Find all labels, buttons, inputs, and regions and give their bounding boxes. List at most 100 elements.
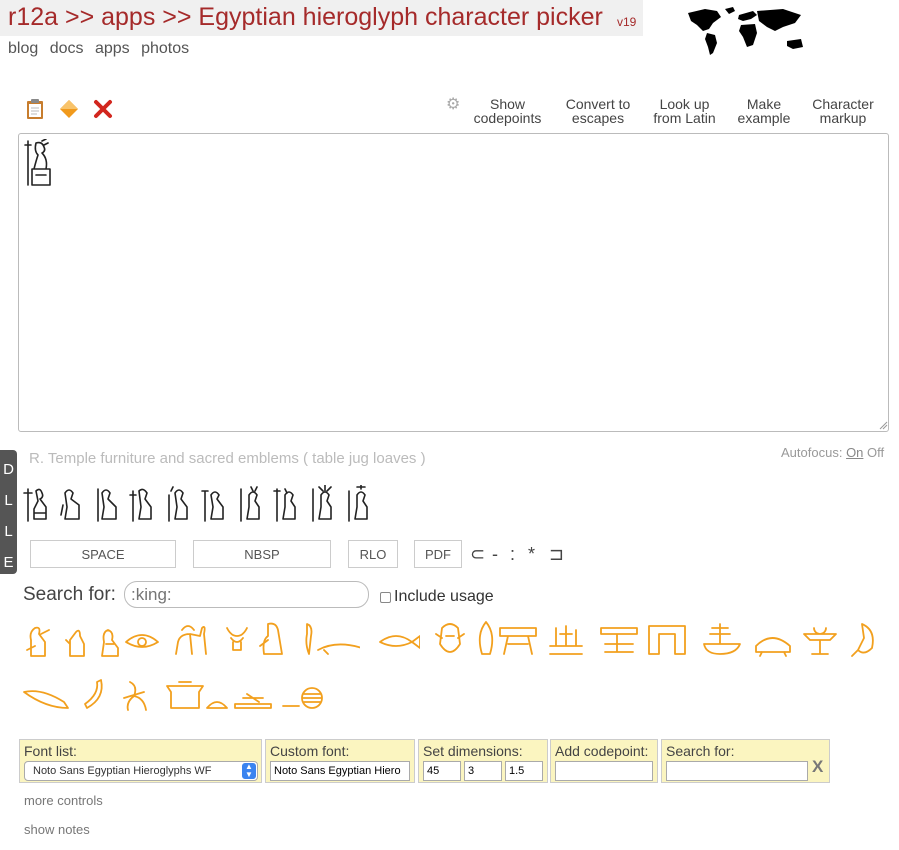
sequence-glyph[interactable]	[343, 485, 371, 523]
pdf-button[interactable]: PDF	[414, 540, 462, 568]
page-title: r12a >> apps >> Egyptian hieroglyph char…	[8, 3, 603, 31]
dimension-width-input[interactable]: 3	[464, 761, 502, 781]
space-button[interactable]: SPACE	[30, 540, 176, 568]
clear-search-button[interactable]: X	[812, 757, 823, 777]
search-label: Search for:	[23, 584, 116, 605]
sequence-glyph[interactable]	[22, 485, 50, 523]
delete-icon[interactable]	[92, 98, 114, 120]
custom-font-input[interactable]: Noto Sans Egyptian Hiero	[270, 761, 410, 781]
more-controls-link[interactable]: more controls	[24, 793, 103, 808]
sequence-glyph[interactable]	[92, 485, 120, 523]
nav-link-blog[interactable]: blog	[8, 40, 38, 57]
clipboard-icon[interactable]	[24, 98, 46, 120]
hieroglyph-result-glyph[interactable]	[645, 620, 689, 664]
make-example-button[interactable]: Make example	[734, 97, 794, 125]
hieroglyph-result-glyph[interactable]	[163, 678, 211, 718]
hieroglyph-result-glyph[interactable]	[120, 678, 168, 718]
begin-cartouche-symbol[interactable]: ⊂	[470, 544, 485, 565]
menu-label-line1: Character	[812, 96, 874, 112]
autofocus-label: Autofocus:	[781, 445, 843, 460]
hieroglyph-result-glyph[interactable]	[124, 620, 168, 664]
vertical-joiner-symbol[interactable]: :	[510, 544, 515, 565]
autofocus-off-link[interactable]: Off	[867, 445, 884, 460]
hieroglyph-result-glyph[interactable]	[546, 620, 590, 664]
menu-label-line2: escapes	[571, 110, 625, 126]
search-for-label: Search for:	[666, 743, 735, 759]
search-for-panel: Search for:	[661, 739, 830, 783]
hieroglyph-result-glyph[interactable]	[597, 620, 641, 664]
character-markup-button[interactable]: Character markup	[806, 97, 880, 125]
dimension-height-input[interactable]: 1.5	[505, 761, 543, 781]
menu-label-line2: from Latin	[653, 110, 716, 126]
rlo-button[interactable]: RLO	[348, 540, 398, 568]
world-map-icon[interactable]	[683, 5, 813, 57]
search-input[interactable]	[124, 581, 369, 608]
output-textarea[interactable]	[18, 133, 889, 432]
show-codepoints-button[interactable]: Show codepoints	[469, 97, 546, 125]
menu-label-line1: Look up	[659, 96, 710, 112]
dimension-size-input[interactable]: 45	[423, 761, 461, 781]
side-tab-strip: D L L E	[0, 450, 17, 574]
hieroglyph-result-glyph[interactable]	[376, 620, 420, 664]
look-up-from-latin-button[interactable]: Look up from Latin	[648, 97, 721, 125]
add-codepoint-input[interactable]	[555, 761, 653, 781]
hieroglyph-result-glyph[interactable]	[496, 620, 540, 664]
menu-label-line1: Convert to	[565, 96, 631, 112]
hieroglyph-result-glyph[interactable]	[254, 620, 298, 664]
horizontal-joiner-symbol[interactable]: -	[492, 544, 498, 565]
chevron-updown-icon: ▲ ▼	[242, 763, 256, 779]
menu-label-line2: codepoints	[473, 110, 542, 126]
menu-label-line2: markup	[819, 110, 867, 126]
menu-label-line2: example	[737, 110, 791, 126]
sequence-glyph[interactable]	[127, 485, 155, 523]
sequence-glyph[interactable]	[57, 485, 85, 523]
site-nav: blog docs apps photos	[8, 40, 196, 58]
side-tab-l[interactable]: L	[0, 512, 17, 543]
hieroglyph-result-glyph[interactable]	[233, 678, 281, 718]
sequence-glyph[interactable]	[307, 485, 335, 523]
add-codepoint-label: Add codepoint:	[555, 743, 649, 759]
add-codepoint-panel: Add codepoint:	[550, 739, 658, 783]
version-label: v19	[617, 15, 637, 29]
side-tab-e[interactable]: E	[0, 543, 17, 574]
diamond-icon[interactable]	[58, 98, 80, 120]
hieroglyph-result-glyph[interactable]	[172, 620, 216, 664]
side-tab-d[interactable]: D	[0, 450, 17, 481]
nav-link-photos[interactable]: photos	[141, 40, 189, 57]
show-notes-link[interactable]: show notes	[24, 822, 90, 837]
menu-label-line1: Show	[489, 96, 526, 112]
autofocus-on-link[interactable]: On	[846, 445, 863, 460]
font-list-label: Font list:	[24, 743, 77, 759]
hieroglyph-result-glyph[interactable]	[300, 678, 348, 718]
nav-link-apps[interactable]: apps	[95, 40, 130, 57]
sequence-glyph[interactable]	[271, 485, 299, 523]
hieroglyph-result-glyph[interactable]	[752, 620, 796, 664]
custom-font-label: Custom font:	[270, 743, 350, 759]
end-cartouche-symbol[interactable]: ⊐	[549, 544, 564, 565]
convert-to-escapes-button[interactable]: Convert to escapes	[558, 97, 638, 125]
overlay-joiner-symbol[interactable]: *	[528, 544, 535, 565]
sequence-glyph[interactable]	[235, 485, 263, 523]
sequence-glyph[interactable]	[199, 485, 227, 523]
dimensions-panel: Set dimensions: 45 3 1.5	[418, 739, 548, 783]
resize-handle-icon[interactable]	[879, 421, 888, 430]
include-usage-label: Include usage	[394, 588, 494, 605]
hieroglyph-result-glyph[interactable]	[316, 620, 360, 664]
include-usage-checkbox[interactable]	[380, 592, 391, 603]
gear-icon[interactable]: ⚙	[446, 94, 460, 114]
hieroglyph-result-glyph[interactable]	[800, 620, 844, 664]
hieroglyph-result-glyph[interactable]	[22, 678, 70, 718]
sequence-glyph[interactable]	[163, 485, 191, 523]
side-tab-l[interactable]: L	[0, 481, 17, 512]
search-for-input[interactable]	[666, 761, 808, 781]
hieroglyph-result-glyph[interactable]	[846, 620, 890, 664]
custom-font-panel: Custom font: Noto Sans Egyptian Hiero	[265, 739, 415, 783]
autofocus-toggle: Autofocus: On Off	[781, 445, 884, 460]
font-list-value: Noto Sans Egyptian Hieroglyphs WF	[33, 765, 212, 777]
dimensions-label: Set dimensions:	[423, 743, 523, 759]
hieroglyph-result-glyph[interactable]	[700, 620, 744, 664]
font-list-select[interactable]: Noto Sans Egyptian Hieroglyphs WF ▲ ▼	[24, 761, 258, 781]
nav-link-docs[interactable]: docs	[50, 40, 84, 57]
nbsp-button[interactable]: NBSP	[193, 540, 331, 568]
font-list-panel: Font list: Noto Sans Egyptian Hieroglyph…	[19, 739, 262, 783]
